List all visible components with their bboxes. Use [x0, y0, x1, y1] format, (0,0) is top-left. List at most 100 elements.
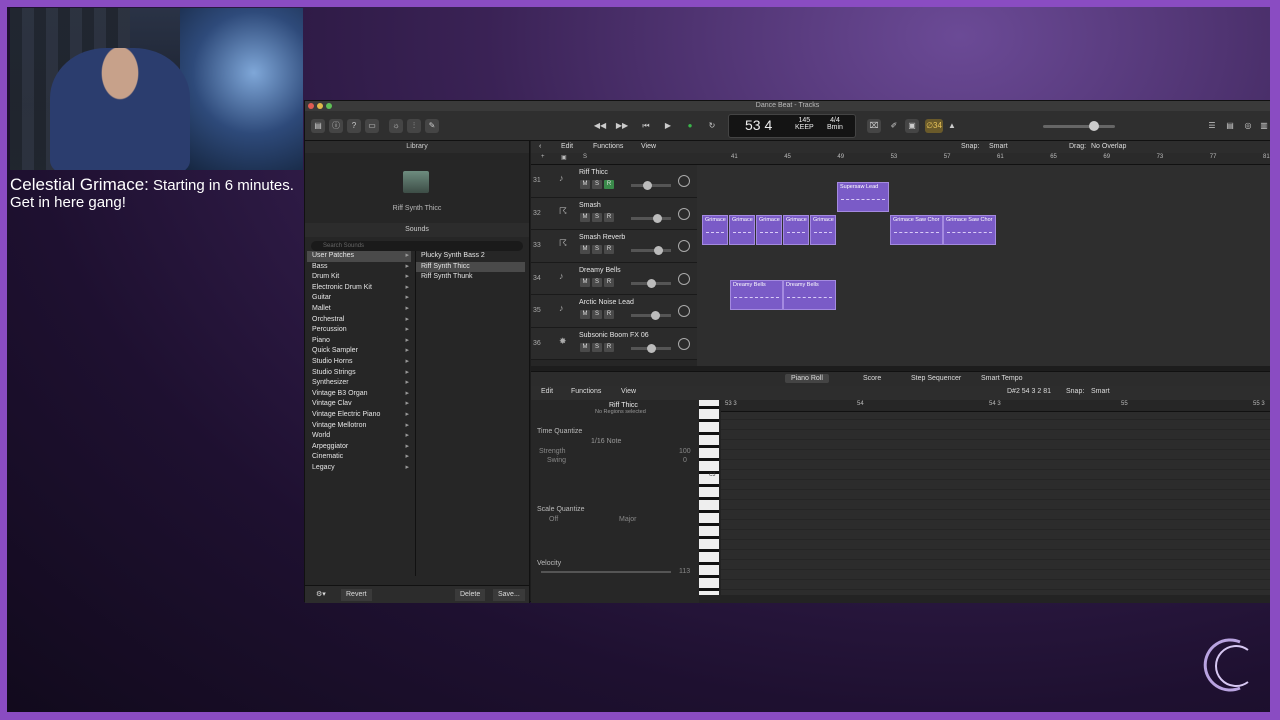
- record-enable-button[interactable]: R: [604, 180, 614, 189]
- track-volume-fader[interactable]: [631, 311, 671, 320]
- track-header[interactable]: 33 ☈ Smash Reverb M S R: [531, 230, 697, 263]
- track-header[interactable]: 35 ♪ Arctic Noise Lead M S R: [531, 295, 697, 328]
- rewind-icon[interactable]: ◀◀: [593, 119, 607, 133]
- record-enable-button[interactable]: R: [604, 245, 614, 254]
- category-item[interactable]: Vintage Mellotron ▸: [307, 421, 411, 432]
- pan-knob[interactable]: [678, 305, 690, 317]
- midi-region[interactable]: Dreamy Bells: [783, 280, 836, 310]
- back-arrow-icon[interactable]: ‹: [539, 143, 541, 150]
- track-volume-fader[interactable]: [631, 246, 671, 255]
- record-enable-button[interactable]: R: [604, 212, 614, 222]
- category-item[interactable]: Studio Horns ▸: [307, 357, 411, 368]
- category-item[interactable]: Vintage B3 Organ ▸: [307, 389, 411, 400]
- track-header[interactable]: 36 ✸ Subsonic Boom FX 06 M S R: [531, 327, 697, 360]
- pan-knob[interactable]: [678, 272, 690, 285]
- track-header[interactable]: 32 ☈ Smash M S R: [531, 197, 697, 230]
- tuner-icon[interactable]: ✐: [887, 119, 901, 133]
- solo-icon[interactable]: ▣: [905, 119, 919, 133]
- editor-edit-menu[interactable]: Edit: [541, 388, 553, 395]
- close-window-button[interactable]: [308, 103, 314, 109]
- toolbar-toggle-icon[interactable]: ▭: [365, 119, 379, 133]
- cycle-icon[interactable]: ↻: [705, 119, 719, 133]
- track-name[interactable]: Smash Reverb: [579, 234, 625, 241]
- category-item[interactable]: Legacy ▸: [307, 463, 411, 474]
- track-name[interactable]: Dreamy Bells: [579, 267, 621, 274]
- scale-mode-select[interactable]: Major: [619, 516, 637, 523]
- zoom-window-button[interactable]: [326, 103, 332, 109]
- mute-button[interactable]: M: [580, 212, 590, 222]
- solo-track-icon[interactable]: S: [583, 154, 587, 160]
- tracks-functions-menu[interactable]: Functions: [593, 143, 623, 150]
- library-toggle-icon[interactable]: ▤: [311, 119, 325, 133]
- category-item[interactable]: Guitar ▸: [307, 293, 411, 304]
- mixer-icon[interactable]: ⫶: [407, 119, 421, 133]
- global-tracks-icon[interactable]: ▣: [561, 154, 567, 161]
- add-track-icon[interactable]: +: [541, 154, 545, 160]
- inspector-toggle-icon[interactable]: ⓘ: [329, 119, 343, 133]
- category-item[interactable]: Synthesizer ▸: [307, 378, 411, 389]
- solo-button[interactable]: S: [592, 212, 602, 222]
- record-icon[interactable]: ●: [683, 119, 697, 133]
- track-volume-fader[interactable]: [631, 181, 671, 190]
- solo-button[interactable]: S: [592, 342, 602, 352]
- editor-snap-select[interactable]: Smart: [1091, 388, 1110, 395]
- editors-icon[interactable]: ✎: [425, 119, 439, 133]
- pan-knob[interactable]: [678, 240, 690, 252]
- tracks-view-menu[interactable]: View: [641, 143, 656, 150]
- category-item[interactable]: Mallet ▸: [307, 304, 411, 315]
- track-name[interactable]: Riff Thicc: [579, 169, 608, 176]
- midi-region[interactable]: Grimace: [756, 215, 782, 245]
- editor-functions-menu[interactable]: Functions: [571, 388, 601, 395]
- track-name[interactable]: Smash: [579, 202, 601, 209]
- track-header[interactable]: 31 ♪ Riff Thicc M S R: [531, 165, 697, 198]
- drag-select[interactable]: No Overlap: [1091, 143, 1126, 150]
- master-volume-slider[interactable]: [1043, 121, 1115, 131]
- midi-region[interactable]: Grimace Saw Chor: [943, 215, 996, 245]
- list-editors-icon[interactable]: ☰: [1205, 119, 1219, 133]
- notepad-icon[interactable]: ▤: [1223, 119, 1237, 133]
- lcd-display[interactable]: 53 4 145 KEEP 4/4 Bmin: [728, 114, 856, 138]
- fast-forward-icon[interactable]: ▶▶: [615, 119, 629, 133]
- track-volume-fader[interactable]: [631, 278, 671, 288]
- category-item[interactable]: Vintage Electric Piano ▸: [307, 410, 411, 421]
- category-item[interactable]: Percussion ▸: [307, 325, 411, 336]
- category-item[interactable]: Vintage Clav ▸: [307, 399, 411, 410]
- category-item[interactable]: Piano ▸: [307, 336, 411, 347]
- play-icon[interactable]: ▶: [661, 119, 675, 133]
- midi-region[interactable]: Grimace: [729, 215, 755, 245]
- record-enable-button[interactable]: R: [604, 310, 614, 319]
- quick-help-icon[interactable]: ?: [347, 119, 361, 133]
- sounds-search-input[interactable]: Search Sounds: [311, 241, 523, 251]
- pan-knob[interactable]: [678, 175, 690, 187]
- scale-off-select[interactable]: Off: [549, 516, 558, 523]
- category-item[interactable]: Drum Kit ▸: [307, 272, 411, 283]
- minimize-window-button[interactable]: [317, 103, 323, 109]
- track-name[interactable]: Subsonic Boom FX 06: [579, 332, 649, 339]
- category-item[interactable]: Electronic Drum Kit ▸: [307, 283, 411, 294]
- solo-button[interactable]: S: [592, 180, 602, 189]
- category-item[interactable]: Arpeggiator ▸: [307, 442, 411, 453]
- solo-button[interactable]: S: [592, 310, 602, 319]
- record-enable-button[interactable]: R: [604, 277, 614, 287]
- loop-browser-icon[interactable]: ◎: [1241, 119, 1255, 133]
- bar-ruler[interactable]: + ▣ S 41 45 49 53 57 61 65 69 73 77 81: [531, 153, 1272, 165]
- category-item[interactable]: World ▸: [307, 431, 411, 442]
- track-name[interactable]: Arctic Noise Lead: [579, 299, 634, 306]
- editor-ruler[interactable]: 53 3 54 54 3 55 55 3: [721, 400, 1272, 412]
- mute-button[interactable]: M: [580, 277, 590, 287]
- category-item[interactable]: Bass ▸: [307, 262, 411, 273]
- editor-tab[interactable]: Score: [857, 374, 887, 383]
- mute-button[interactable]: M: [580, 180, 590, 189]
- metronome-icon[interactable]: ▲: [945, 119, 959, 133]
- midi-region[interactable]: Grimace: [810, 215, 836, 245]
- category-item[interactable]: Studio Strings ▸: [307, 368, 411, 379]
- editor-tab[interactable]: Piano Roll: [785, 374, 829, 383]
- replace-icon[interactable]: ⌧: [867, 119, 881, 133]
- category-item[interactable]: Quick Sampler ▸: [307, 346, 411, 357]
- mute-button[interactable]: M: [580, 342, 590, 352]
- save-button[interactable]: Save...: [493, 589, 525, 601]
- midi-region[interactable]: Supersaw Lead: [837, 182, 889, 212]
- note-value-select[interactable]: 1/16 Note: [591, 438, 621, 445]
- mute-button[interactable]: M: [580, 310, 590, 319]
- editor-view-menu[interactable]: View: [621, 388, 636, 395]
